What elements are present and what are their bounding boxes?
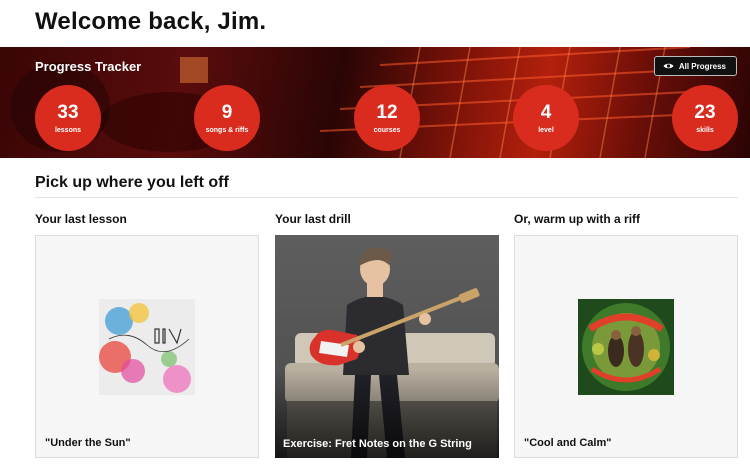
section-heading: Pick up where you left off (35, 174, 229, 191)
stat-value: 4 (540, 101, 552, 123)
last-drill-name: Exercise: Fret Notes on the G String (283, 438, 472, 450)
stat-value: 23 (694, 101, 716, 123)
album-cover-thumbnail (99, 299, 195, 395)
warm-up-riff-card[interactable]: "Cool and Calm" (514, 235, 738, 458)
last-lesson-card[interactable]: "Under the Sun" (35, 235, 259, 458)
welcome-heading: Welcome back, Jim. (35, 8, 267, 35)
stat-label: courses (373, 126, 401, 134)
last-drill-title: Your last drill (275, 212, 351, 226)
stat-songs-riffs[interactable]: 9 songs & riffs (194, 85, 260, 151)
album-cover-thumbnail (578, 299, 674, 395)
album-art (578, 299, 674, 395)
last-lesson-title: Your last lesson (35, 212, 127, 226)
last-lesson-name: "Under the Sun" (45, 437, 131, 449)
stat-skills[interactable]: 23 skills (672, 85, 738, 151)
divider (35, 197, 738, 198)
last-drill-card[interactable]: Exercise: Fret Notes on the G String (275, 235, 499, 458)
progress-tracker-banner: Progress Tracker All Progress 33 lessons… (0, 47, 750, 158)
stat-label: lessons (54, 126, 82, 134)
warm-up-riff-name: "Cool and Calm" (524, 437, 612, 449)
stat-label: skills (696, 126, 714, 134)
stat-label: level (538, 126, 554, 134)
all-progress-label: All Progress (678, 61, 726, 71)
stat-courses[interactable]: 12 courses (354, 85, 420, 151)
stat-label: songs & riffs (205, 126, 249, 134)
all-progress-button[interactable]: All Progress (653, 56, 737, 76)
stat-level[interactable]: 4 level (513, 85, 579, 151)
drill-video-thumbnail (275, 235, 499, 458)
album-art (99, 299, 195, 395)
stat-value: 9 (221, 101, 233, 123)
stat-value: 12 (376, 101, 398, 123)
warm-up-riff-title: Or, warm up with a riff (514, 212, 641, 226)
progress-tracker-title: Progress Tracker (35, 59, 142, 74)
eye-icon (663, 63, 674, 69)
stat-lessons[interactable]: 33 lessons (35, 85, 101, 151)
stat-value: 33 (57, 101, 79, 123)
